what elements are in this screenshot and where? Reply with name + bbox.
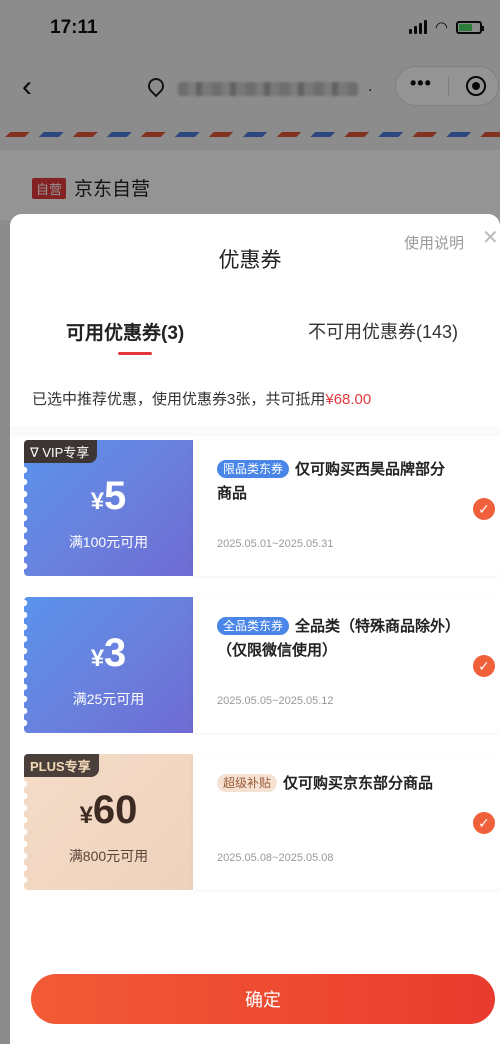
coupon-detail-panel: 全品类东券 全品类（特殊商品除外）（仅限微信使用） 2025.05.05~2025… <box>193 597 500 733</box>
coupon-validity: 2025.05.08~2025.05.08 <box>217 852 334 864</box>
summary-divider <box>10 426 500 436</box>
coupon-condition: 满25元可用 <box>72 691 145 707</box>
checkmark-icon[interactable]: ✓ <box>473 812 495 834</box>
selection-summary: 已选中推荐优惠，使用优惠券3张，共可抵用¥68.00 <box>32 388 371 409</box>
coupon-detail-panel: 限品类东券 仅可购买西昊品牌部分商品 2025.05.01~2025.05.31 … <box>193 440 500 576</box>
coupon-description: 全品类东券 全品类（特殊商品除外）（仅限微信使用） <box>217 617 453 659</box>
coupon-value-panel: ¥3 满25元可用 <box>24 597 193 733</box>
coupon-validity: 2025.05.05~2025.05.12 <box>217 695 334 707</box>
coupon-card[interactable]: PLUS专享 ¥60 满800元可用 超级补贴 仅可购买京东部分商品 2025.0… <box>24 754 500 890</box>
plus-tag: PLUS专享 <box>24 754 99 777</box>
summary-text: 已选中推荐优惠，使用优惠券3张，共可抵用 <box>32 391 326 408</box>
coupon-type-label: 超级补贴 <box>217 774 278 792</box>
tab-available-coupons[interactable]: 可用优惠券(3) <box>66 318 184 345</box>
close-icon[interactable]: ✕ <box>482 228 499 248</box>
coupon-amount: ¥5 <box>90 474 127 518</box>
confirm-bar: 确定 <box>10 974 500 1044</box>
coupon-type-label: 限品类东券 <box>217 460 290 478</box>
confirm-button[interactable]: 确定 <box>31 974 495 1024</box>
vip-tag: ∇ VIP专享 <box>24 440 98 463</box>
coupon-amount: ¥3 <box>90 631 127 675</box>
coupon-description: 超级补贴 仅可购买京东部分商品 <box>217 772 457 796</box>
coupon-validity: 2025.05.01~2025.05.31 <box>217 538 334 550</box>
active-tab-indicator <box>118 352 152 355</box>
coupon-type-label: 全品类东券 <box>217 617 290 635</box>
coupon-detail-panel: 超级补贴 仅可购买京东部分商品 2025.05.08~2025.05.08 ✓ <box>193 754 500 890</box>
coupon-card[interactable]: ∇ VIP专享 ¥5 满100元可用 限品类东券 仅可购买西昊品牌部分商品 202… <box>24 440 500 576</box>
coupon-description: 限品类东券 仅可购买西昊品牌部分商品 <box>217 460 446 502</box>
coupon-condition: 满800元可用 <box>68 848 149 864</box>
coupon-value-panel: PLUS专享 ¥60 满800元可用 <box>24 754 193 890</box>
coupon-tabs: 可用优惠券(3) 不可用优惠券(143) <box>10 314 500 364</box>
coupon-condition: 满100元可用 <box>68 534 149 550</box>
summary-amount: ¥68.00 <box>325 391 372 408</box>
coupon-card[interactable]: ¥3 满25元可用 全品类东券 全品类（特殊商品除外）（仅限微信使用） 2025.… <box>24 597 500 733</box>
usage-instructions-link[interactable]: 使用说明 <box>404 232 464 253</box>
checkmark-icon[interactable]: ✓ <box>473 655 495 677</box>
coupon-value-panel: ∇ VIP专享 ¥5 满100元可用 <box>24 440 193 576</box>
checkmark-icon[interactable]: ✓ <box>473 498 495 520</box>
coupon-amount: ¥60 <box>79 788 138 832</box>
coupon-sheet: 优惠券 使用说明 ✕ 可用优惠券(3) 不可用优惠券(143) 已选中推荐优惠，… <box>10 214 500 1044</box>
tab-unavailable-coupons[interactable]: 不可用优惠券(143) <box>308 318 458 344</box>
